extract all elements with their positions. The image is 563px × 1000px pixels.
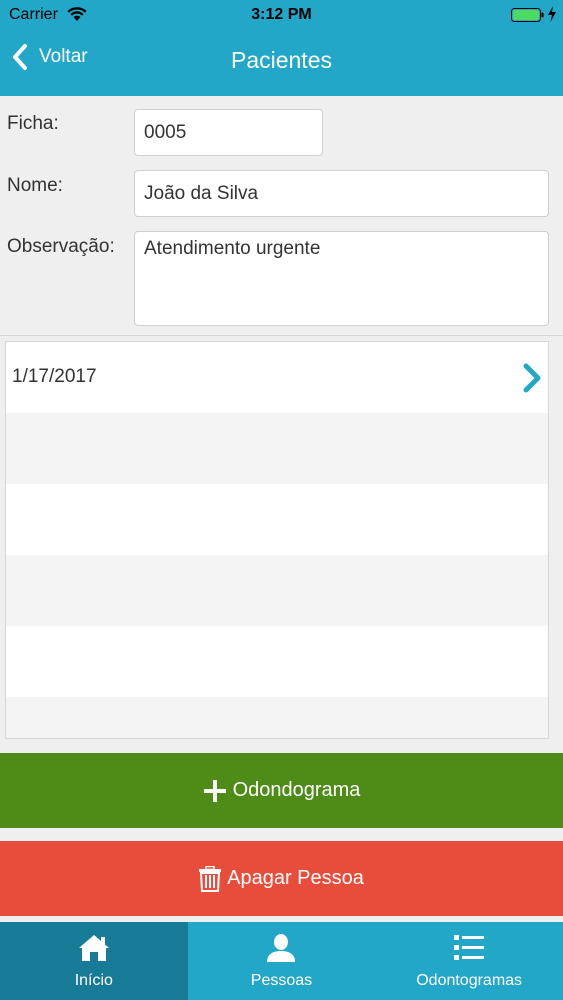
person-icon [267,934,296,962]
list-item[interactable]: 1/17/2017 [6,342,548,413]
list-icon [454,935,485,960]
list-row-empty [6,697,548,738]
chevron-right-icon [523,363,541,393]
page-title: Pacientes [230,47,332,73]
list-item-date: 1/17/2017 [12,366,97,387]
nome-input[interactable] [134,170,549,217]
nome-label: Nome: [7,175,63,196]
header: Carrier 3:12 PM Voltar Pacientes [0,0,563,96]
tab-inicio[interactable]: Início [0,922,188,1000]
patient-form: Ficha: Nome: Observação: Atendimento urg… [0,96,563,336]
observacao-label: Observação: [7,236,115,257]
add-odontogram-label: Odondograma [232,779,361,801]
tab-pessoas[interactable]: Pessoas [188,922,376,1000]
home-icon [78,935,109,961]
odontogram-list[interactable]: 1/17/2017 [5,341,549,739]
tab-pessoas-label: Pessoas [250,972,313,989]
ficha-input[interactable] [134,109,323,156]
ficha-label: Ficha: [7,113,59,134]
plus-icon [203,779,226,802]
delete-person-button[interactable]: Apagar Pessoa [0,841,563,916]
tab-odontogramas[interactable]: Odontogramas [375,922,563,1000]
observacao-input[interactable]: Atendimento urgente [134,231,549,326]
status-time: 3:12 PM [251,6,312,23]
list-row-empty [6,555,548,626]
tab-bar: Início Pessoas Odontogramas [0,922,563,1000]
tab-inicio-label: Início [74,972,113,989]
tab-odontogramas-label: Odontogramas [416,972,523,989]
list-row-empty [6,484,548,555]
trash-icon [199,865,222,892]
battery-icon [511,8,544,22]
list-row-empty [6,413,548,484]
delete-person-label: Apagar Pessoa [227,867,364,889]
list-row-empty [6,626,548,697]
charging-icon [548,6,556,22]
status-bar: Carrier 3:12 PM [0,0,563,30]
add-odontogram-button[interactable]: Odondograma [0,753,563,828]
